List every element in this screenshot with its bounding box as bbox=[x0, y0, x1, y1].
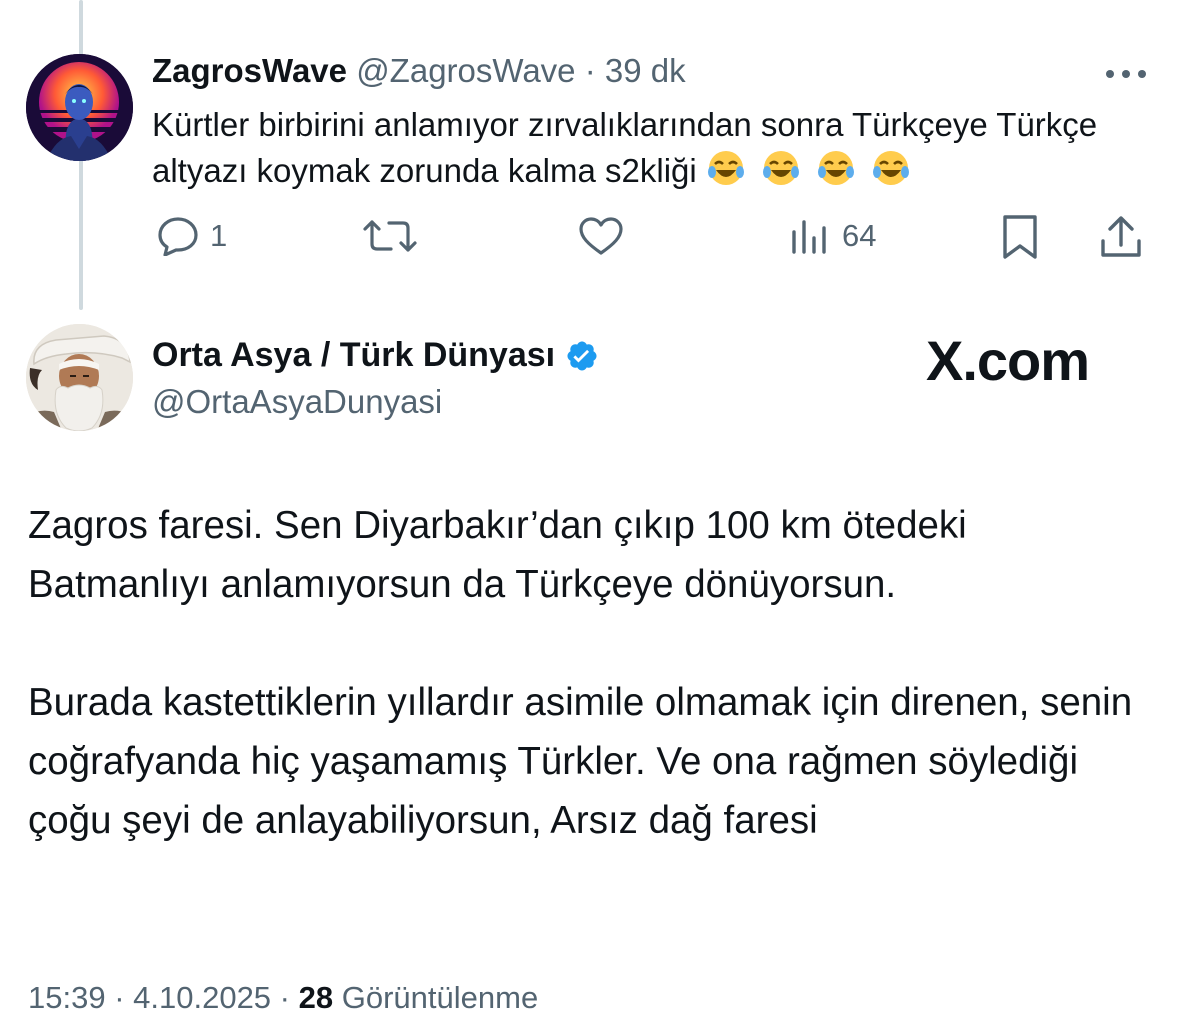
tweet-date[interactable]: 4.10.2025 bbox=[133, 980, 271, 1015]
retweet-button[interactable] bbox=[362, 216, 428, 256]
heart-icon bbox=[579, 217, 623, 255]
reply-text: Kürtler birbirini anlamıyor zırvalıkları… bbox=[152, 102, 1152, 194]
tweet-view-count: 28 bbox=[298, 980, 334, 1015]
xcom-watermark-text: X.com bbox=[926, 328, 1090, 392]
bookmark-icon bbox=[1003, 215, 1037, 259]
footer-separator-1: · bbox=[105, 980, 134, 1015]
avatar-orta-asya[interactable] bbox=[26, 324, 133, 431]
main-tweet-text: Zagros faresi. Sen Diyarbakır’dan çıkıp … bbox=[28, 496, 1158, 850]
main-paragraph-1: Zagros faresi. Sen Diyarbakır’dan çıkıp … bbox=[28, 504, 967, 606]
tweet-meta-footer: 15:39 · 4.10.2025 · 28 Görüntülenme bbox=[28, 980, 538, 1016]
tweet-view-label: Görüntülenme bbox=[341, 980, 539, 1015]
view-count: 64 bbox=[842, 218, 877, 253]
tweet-time[interactable]: 15:39 bbox=[28, 980, 106, 1015]
reply-header: ZagrosWave @ZagrosWave · 39 dk bbox=[152, 52, 686, 90]
xcom-watermark: X.com bbox=[926, 328, 1126, 392]
main-display-name-row: Orta Asya / Türk Dünyası bbox=[152, 336, 599, 375]
avatar-zagroswave[interactable] bbox=[26, 54, 133, 161]
face-with-tears-of-joy-icon bbox=[763, 151, 800, 185]
share-button[interactable] bbox=[1098, 213, 1144, 261]
reply-separator: · bbox=[575, 52, 605, 89]
reply-action-bar: 1 64 bbox=[0, 208, 1178, 264]
reply-count: 1 bbox=[210, 218, 228, 253]
analytics-icon bbox=[792, 220, 826, 254]
main-display-name[interactable]: Orta Asya / Türk Dünyası bbox=[152, 336, 555, 375]
verified-badge-icon[interactable] bbox=[565, 339, 599, 373]
emoji-group bbox=[706, 151, 918, 189]
views-button[interactable]: 64 bbox=[788, 216, 876, 256]
reply-display-name[interactable]: ZagrosWave bbox=[152, 52, 347, 89]
face-with-tears-of-joy-icon bbox=[873, 151, 910, 185]
face-with-tears-of-joy-icon bbox=[707, 151, 744, 185]
reply-button[interactable]: 1 bbox=[156, 216, 227, 256]
reply-text-body: Kürtler birbirini anlamıyor zırvalıkları… bbox=[152, 106, 1098, 189]
reply-time[interactable]: 39 dk bbox=[605, 52, 686, 89]
bookmark-button[interactable] bbox=[1000, 213, 1040, 261]
share-icon bbox=[1101, 216, 1141, 257]
comment-icon bbox=[158, 217, 198, 256]
reply-handle[interactable]: @ZagrosWave bbox=[356, 52, 575, 89]
retweet-icon bbox=[363, 220, 417, 252]
face-with-tears-of-joy-icon bbox=[818, 151, 855, 185]
footer-separator-2: · bbox=[271, 980, 299, 1015]
main-paragraph-2: Burada kastettiklerin yıllardır asimile … bbox=[28, 681, 1133, 842]
like-button[interactable] bbox=[578, 216, 634, 256]
main-handle[interactable]: @OrtaAsyaDunyasi bbox=[152, 383, 442, 421]
more-options-icon[interactable] bbox=[1103, 62, 1149, 86]
